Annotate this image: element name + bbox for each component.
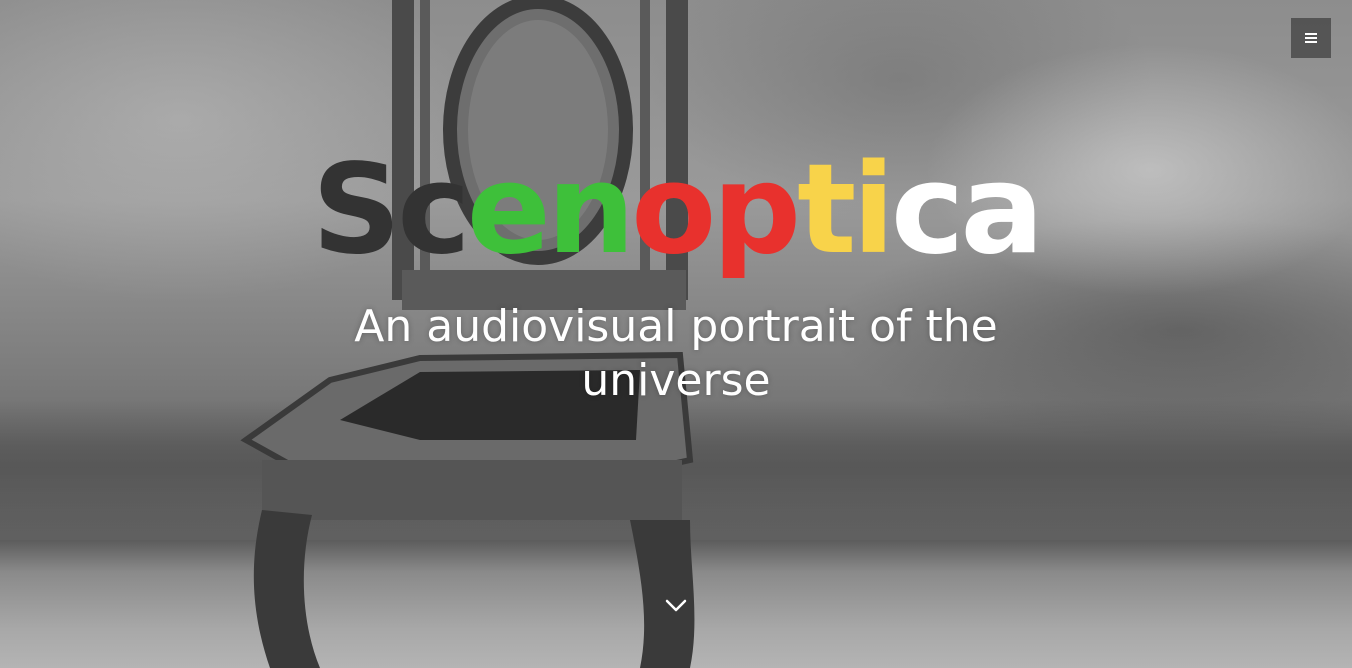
site-title: Scenoptica <box>0 140 1352 280</box>
title-letter: t <box>797 138 856 282</box>
title-letter: c <box>397 138 470 282</box>
title-letter: a <box>960 138 1044 282</box>
title-letter: p <box>712 138 801 282</box>
title-letter: o <box>631 138 716 282</box>
menu-toggle-button[interactable] <box>1291 18 1331 58</box>
scroll-down-button[interactable] <box>660 590 692 622</box>
site-subtitle: An audiovisual portrait of the universe <box>354 301 998 406</box>
title-letter: e <box>466 138 551 282</box>
title-letter: c <box>890 138 964 282</box>
title-letter: i <box>852 138 894 282</box>
title-letter: S <box>311 138 401 282</box>
title-letter: n <box>546 138 635 282</box>
chevron-down-icon <box>665 599 687 612</box>
hamburger-icon <box>1305 31 1317 45</box>
hero-section: Scenoptica An audiovisual portrait of th… <box>0 0 1352 668</box>
